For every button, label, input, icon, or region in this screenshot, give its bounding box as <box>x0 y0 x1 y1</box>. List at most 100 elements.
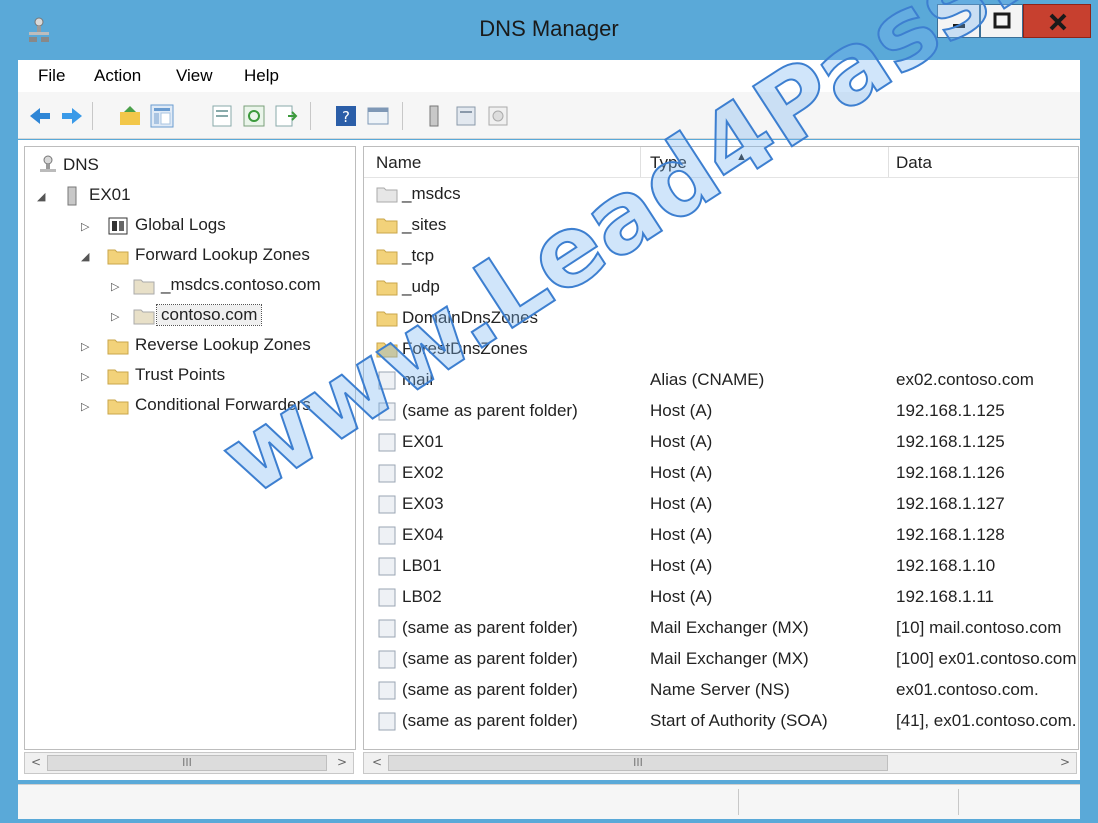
folder-icon <box>107 339 129 355</box>
sort-ascending-icon: ▲ <box>736 151 747 163</box>
record-icon[interactable] <box>486 104 510 128</box>
table-row[interactable]: EX03 Host (A) 192.168.1.127 <box>364 489 1078 520</box>
dns-manager-window: DNS Manager File Action View Help ? DNS … <box>0 0 1098 823</box>
scroll-thumb[interactable]: III <box>388 755 888 771</box>
cell-type: Name Server (NS) <box>650 680 790 699</box>
column-header-name[interactable]: Name <box>376 153 421 173</box>
column-divider[interactable] <box>888 147 889 177</box>
cell-name: EX01 <box>402 432 444 451</box>
tree-label-selected: contoso.com <box>155 304 263 326</box>
status-bar <box>18 784 1080 819</box>
menu-view[interactable]: View <box>176 66 213 86</box>
toolbar-separator <box>92 102 93 130</box>
up-folder-icon[interactable] <box>118 104 142 128</box>
cell-data: ex02.contoso.com <box>896 370 1034 389</box>
refresh-icon[interactable] <box>242 104 266 128</box>
table-row[interactable]: LB01 Host (A) 192.168.1.10 <box>364 551 1078 582</box>
table-row[interactable]: mail Alias (CNAME) ex02.contoso.com <box>364 365 1078 396</box>
table-row[interactable]: EX04 Host (A) 192.168.1.128 <box>364 520 1078 551</box>
record-icon <box>378 588 396 607</box>
column-header-data[interactable]: Data <box>896 153 932 173</box>
cell-name: _msdcs <box>402 184 461 203</box>
cell-name: (same as parent folder) <box>402 711 578 730</box>
collapse-icon[interactable]: ◢ <box>37 190 45 203</box>
folder-icon <box>376 249 398 265</box>
menu-help[interactable]: Help <box>244 66 279 86</box>
record-list: Name Type ▲ Data _msdcs _sites _tcp _udp Dom… <box>363 146 1079 750</box>
close-button[interactable] <box>1023 4 1091 38</box>
table-row[interactable]: (same as parent folder) Mail Exchanger (M… <box>364 613 1078 644</box>
table-row[interactable]: EX02 Host (A) 192.168.1.126 <box>364 458 1078 489</box>
folder-icon <box>376 280 398 296</box>
help-icon[interactable]: ? <box>334 104 358 128</box>
table-row[interactable]: ForestDnsZones <box>364 334 1078 365</box>
status-divider <box>738 789 739 815</box>
cell-name: (same as parent folder) <box>402 401 578 420</box>
scroll-left-icon[interactable]: < <box>372 755 382 769</box>
console-icon[interactable] <box>366 104 390 128</box>
zone-icon <box>133 279 155 295</box>
minimize-icon <box>953 24 965 28</box>
expand-icon[interactable]: ▷ <box>111 310 119 323</box>
zone-icon[interactable] <box>454 104 478 128</box>
expand-icon[interactable]: ▷ <box>81 220 89 233</box>
tree-label: Reverse Lookup Zones <box>135 335 311 354</box>
expand-icon[interactable]: ▷ <box>81 370 89 383</box>
cell-name: (same as parent folder) <box>402 618 578 637</box>
scroll-left-icon[interactable]: < <box>31 755 41 769</box>
cell-type: Start of Authority (SOA) <box>650 711 828 730</box>
record-icon <box>378 526 396 545</box>
title-bar[interactable]: DNS Manager <box>2 2 1096 60</box>
expand-icon[interactable]: ▷ <box>81 340 89 353</box>
expand-icon[interactable]: ▷ <box>81 400 89 413</box>
forward-arrow-icon[interactable] <box>60 104 84 128</box>
export-list-icon[interactable] <box>274 104 298 128</box>
zone-icon <box>133 309 155 325</box>
collapse-icon[interactable]: ◢ <box>81 250 89 263</box>
table-row[interactable]: _udp <box>364 272 1078 303</box>
scroll-thumb[interactable]: III <box>47 755 327 771</box>
minimize-button[interactable] <box>937 4 980 38</box>
table-row[interactable]: DomainDnsZones <box>364 303 1078 334</box>
back-arrow-icon[interactable] <box>28 104 52 128</box>
expand-icon[interactable]: ▷ <box>111 280 119 293</box>
cell-type: Host (A) <box>650 525 713 544</box>
tree-horizontal-scrollbar[interactable]: < III > <box>24 752 354 774</box>
table-row[interactable]: (same as parent folder) Name Server (NS) e… <box>364 675 1078 706</box>
tree-label: Conditional Forwarders <box>135 395 311 414</box>
delegated-folder-icon <box>376 187 398 203</box>
tree-label: DNS <box>63 155 99 174</box>
status-divider <box>958 789 959 815</box>
cell-type: Host (A) <box>650 587 713 606</box>
folder-icon <box>107 369 129 385</box>
column-divider[interactable] <box>640 147 641 177</box>
column-header-type[interactable]: Type <box>650 153 687 173</box>
server-icon <box>67 186 77 206</box>
maximize-button[interactable] <box>980 4 1023 38</box>
scroll-right-icon[interactable]: > <box>1060 755 1070 769</box>
server-icon[interactable] <box>422 104 446 128</box>
menu-action[interactable]: Action <box>94 66 141 86</box>
table-row[interactable]: (same as parent folder) Mail Exchanger (M… <box>364 644 1078 675</box>
cell-data: 192.168.1.11 <box>896 587 994 606</box>
scroll-right-icon[interactable]: > <box>337 755 347 769</box>
show-hide-tree-icon[interactable] <box>150 104 174 128</box>
toolbar-separator <box>310 102 311 130</box>
menu-file[interactable]: File <box>38 66 65 86</box>
table-row[interactable]: (same as parent folder) Host (A) 192.168.1… <box>364 396 1078 427</box>
cell-data: 192.168.1.10 <box>896 556 996 575</box>
table-row[interactable]: _tcp <box>364 241 1078 272</box>
table-row[interactable]: _sites <box>364 210 1078 241</box>
folder-icon <box>376 218 398 234</box>
cell-data: [100] ex01.contoso.com <box>896 649 1077 668</box>
window-title: DNS Manager <box>479 16 619 41</box>
properties-icon[interactable] <box>210 104 234 128</box>
table-row[interactable]: _msdcs <box>364 179 1078 210</box>
cell-type: Mail Exchanger (MX) <box>650 618 809 637</box>
table-row[interactable]: EX01 Host (A) 192.168.1.125 <box>364 427 1078 458</box>
tree-label: Trust Points <box>135 365 226 384</box>
cell-name: DomainDnsZones <box>402 308 539 327</box>
list-horizontal-scrollbar[interactable]: < III > <box>363 752 1077 774</box>
table-row[interactable]: LB02 Host (A) 192.168.1.11 <box>364 582 1078 613</box>
table-row[interactable]: (same as parent folder) Start of Authorit… <box>364 706 1078 737</box>
